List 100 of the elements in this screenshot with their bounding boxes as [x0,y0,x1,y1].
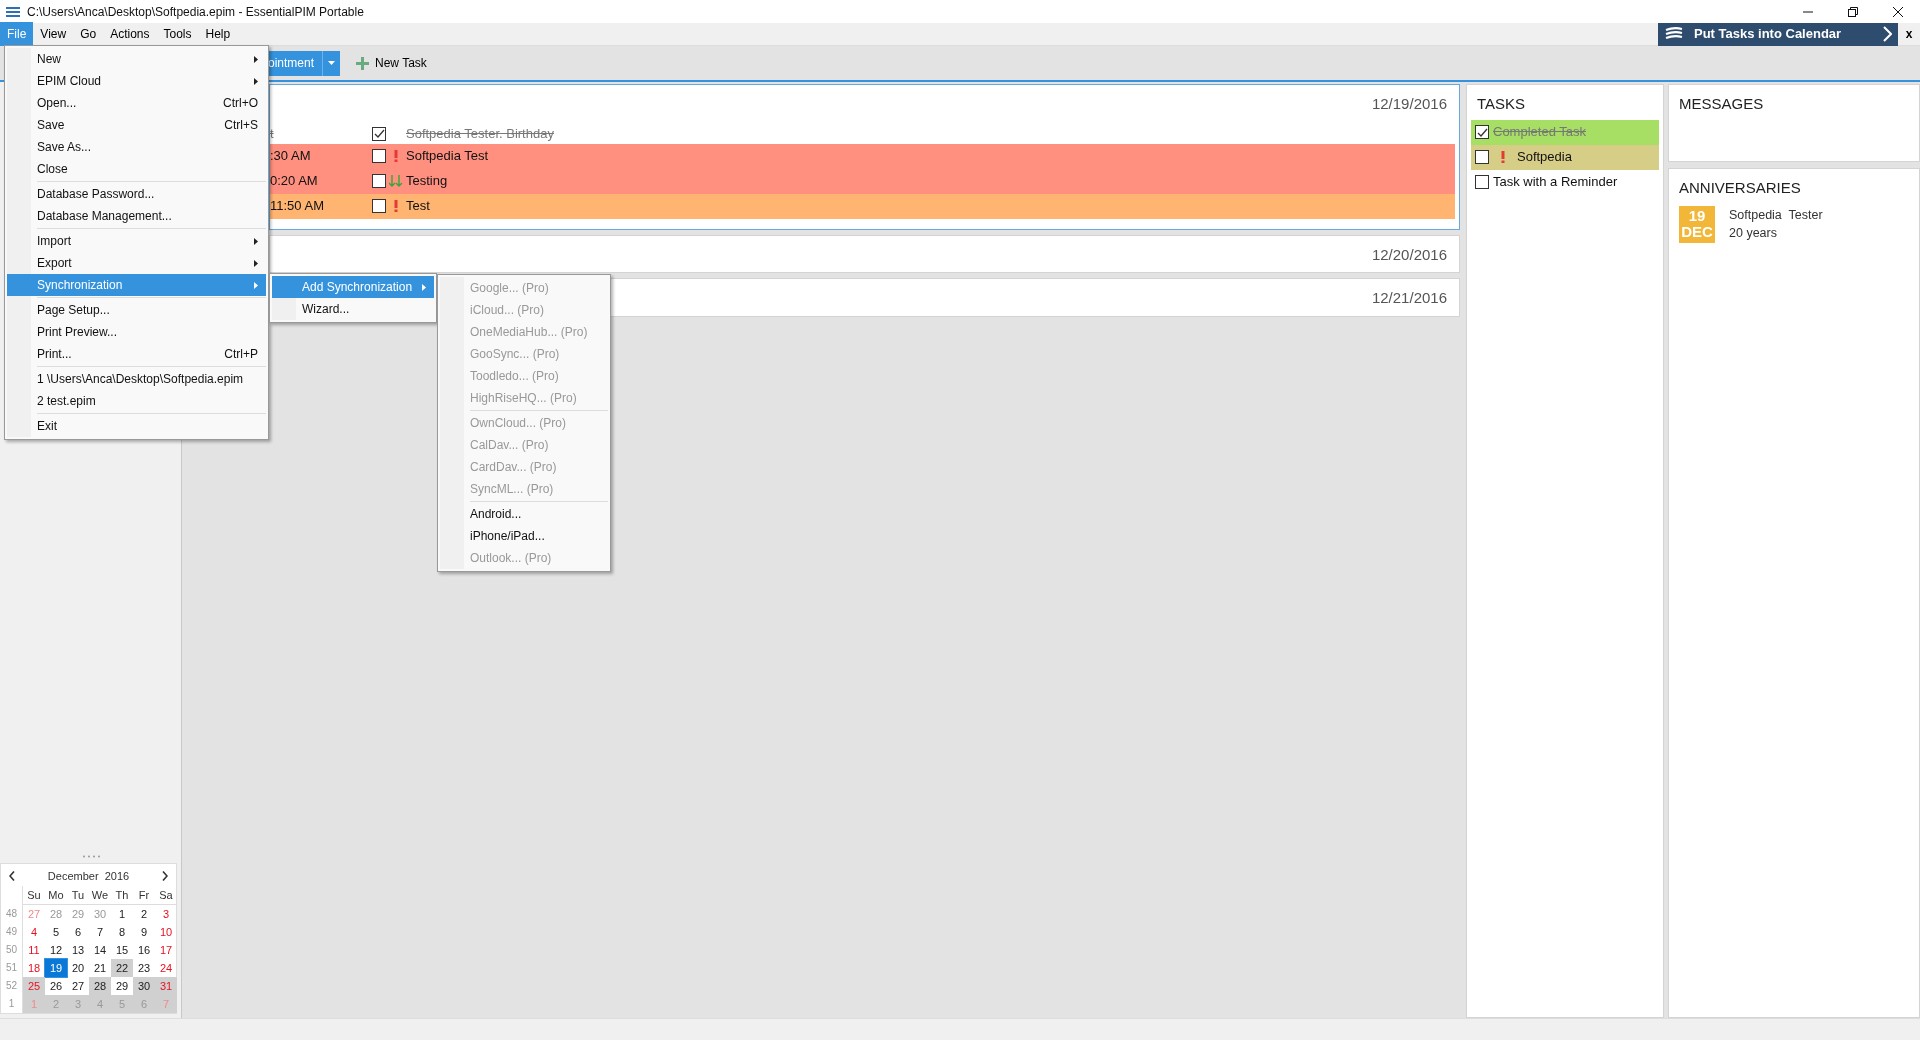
menu-item[interactable]: EPIM Cloud [7,70,266,92]
checkbox[interactable] [372,149,386,163]
calendar-day[interactable]: 8 [111,923,133,941]
calendar-day[interactable]: 23 [133,959,155,977]
event-title: Test [406,197,430,216]
calendar-day[interactable]: 1 [111,905,133,923]
calendar-day[interactable]: 24 [155,959,177,977]
stack-icon [1664,27,1684,41]
calendar-day[interactable]: 14 [89,941,111,959]
chevron-left-icon[interactable] [9,870,15,881]
calendar-day[interactable]: 22 [111,959,133,977]
calendar-day[interactable]: 9 [133,923,155,941]
week-number: 50 [1,941,23,959]
plus-icon [356,56,370,70]
weekday-label: Tu [67,886,89,905]
checkbox[interactable] [1475,125,1489,139]
calendar-day[interactable]: 13 [67,941,89,959]
menu-item[interactable]: Print Preview... [7,321,266,343]
checkbox[interactable] [372,174,386,188]
calendar-day[interactable]: 4 [23,923,45,941]
menu-item[interactable]: Android... [440,503,608,525]
checkbox[interactable] [372,126,386,141]
calendar-day[interactable]: 5 [45,923,67,941]
calendar-day[interactable]: 15 [111,941,133,959]
event-time: 0:20 AM [270,172,319,191]
calendar-day[interactable]: 20 [67,959,89,977]
close-button[interactable]: x [1898,25,1920,43]
weekday-label: Th [111,886,133,905]
month-title: December 2016 [47,868,130,884]
week-number: 49 [1,923,23,941]
calendar-day[interactable]: 3 [155,905,177,923]
menu-item[interactable]: Close [7,158,266,180]
restore-icon[interactable] [1847,6,1858,17]
panel-title: MESSAGES [1678,94,1765,114]
anniversary-name: Softpedia Tester [1729,206,1823,224]
calendar-day[interactable]: 21 [89,959,111,977]
menu-item[interactable]: Wizard... [272,298,434,320]
calendar-day[interactable]: 11 [23,941,45,959]
date-badge: 19 DEC [1679,205,1715,243]
caret-down-icon [328,61,336,65]
menu-item[interactable]: Actions [103,22,157,46]
calendar-day[interactable]: 26 [45,977,67,995]
menu-item[interactable]: Import [7,230,266,252]
menu-item[interactable]: 2 test.epim [7,390,266,412]
calendar-day[interactable]: 27 [67,977,89,995]
menu-item[interactable]: Print... Ctrl+P [7,343,266,365]
calendar-day[interactable]: 16 [133,941,155,959]
date-label: 12/20/2016 [1371,244,1447,265]
calendar-day[interactable]: 29 [111,977,133,995]
menu-item[interactable]: Database Password... [7,183,266,205]
menu-item[interactable]: Save Ctrl+S [7,114,266,136]
menu-item[interactable]: Help [198,22,238,46]
calendar-day[interactable]: 30 [133,977,155,995]
menu-item[interactable]: Exit [7,415,266,437]
calendar-day[interactable]: 12 [45,941,67,959]
menu-item[interactable]: Go [73,22,104,46]
calendar-day[interactable]: 18 [23,959,45,977]
checkbox[interactable] [1475,150,1489,164]
submenu-arrow-icon [254,78,258,86]
week-number: 51 [1,959,23,977]
event-row[interactable]: 0:20 AM Testing [270,168,1455,194]
menu-item[interactable]: iPhone/iPad... [440,525,608,547]
promo-banner[interactable]: Put Tasks into Calendar [1658,22,1898,46]
day-card[interactable]: 12/20/2016 [269,234,1460,273]
day-card[interactable]: 12/19/2016 t Softpedia Tester. Birthday :30 AM Softpedia Test 0:20 AM Testing 11:50 AM Test [269,84,1460,230]
submenu-arrow-icon [254,282,258,290]
down-arrows-icon [389,175,403,187]
new-task-button[interactable]: New Task [350,53,433,73]
calendar-day[interactable]: 28 [89,977,111,995]
submenu-arrow-icon [254,260,258,268]
calendar-day[interactable]: 17 [155,941,177,959]
menu-item[interactable]: New [7,48,266,70]
menu-item[interactable]: Open... Ctrl+O [7,92,266,114]
checkbox[interactable] [1475,175,1489,189]
anniversary-years: 20 years [1729,225,1778,243]
menu-item[interactable]: Tools [156,22,199,46]
menu-item[interactable]: View [33,22,74,46]
event-row[interactable]: :30 AM Softpedia Test [270,143,1455,169]
weekday-label: Su [23,886,45,905]
app-logo-icon [5,5,21,18]
weekday-label: Sa [155,886,177,905]
calendar-day[interactable]: 2 [133,905,155,923]
calendar-day[interactable]: 19 [45,959,67,977]
menu-item[interactable]: Export [7,252,266,274]
menu-item[interactable]: Save As... [7,136,266,158]
weekday-label: We [89,886,111,905]
chevron-right-icon [1883,26,1892,42]
menu-item[interactable]: 1 \Users\Anca\Desktop\Softpedia.epim [7,368,266,390]
calendar-day[interactable]: 7 [89,923,111,941]
task-row[interactable]: Softpedia [1471,144,1659,170]
checkbox[interactable] [372,199,386,213]
event-row[interactable]: 11:50 AM Test [270,193,1455,219]
event-title: Softpedia Tester. Birthday [406,124,554,143]
calendar-day[interactable]: 6 [67,923,89,941]
submenu-arrow-icon [254,238,258,246]
close-icon[interactable] [1892,6,1903,17]
menu-item[interactable]: Page Setup... [7,299,266,321]
menu-item[interactable]: Database Management... [7,205,266,227]
chevron-right-icon[interactable] [162,870,168,881]
calendar-day[interactable]: 10 [155,923,177,941]
